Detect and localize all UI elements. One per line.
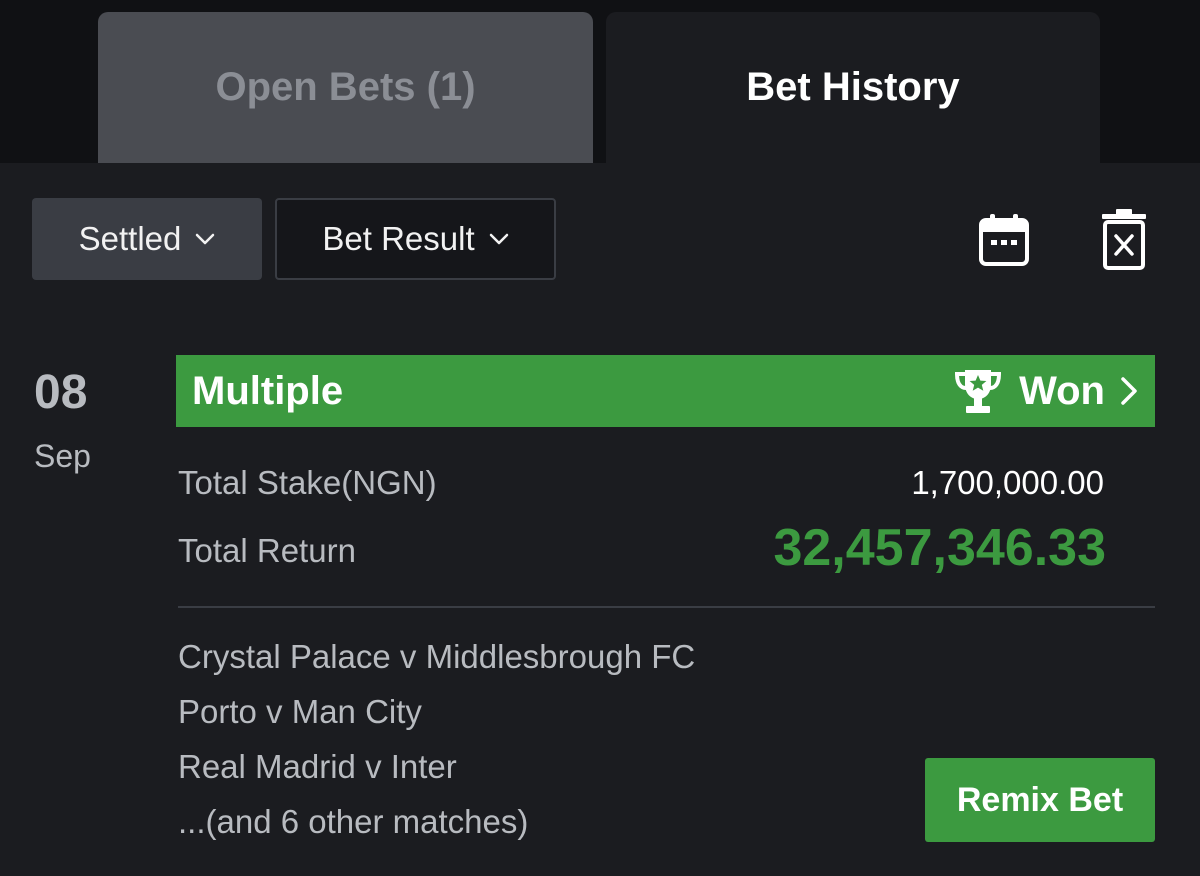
remix-bet-button[interactable]: Remix Bet bbox=[925, 758, 1155, 842]
total-return-label: Total Return bbox=[178, 532, 356, 569]
tab-bet-history[interactable]: Bet History bbox=[606, 12, 1100, 163]
settled-filter-dropdown[interactable]: Settled bbox=[32, 198, 262, 280]
chevron-down-icon bbox=[196, 233, 215, 245]
total-return-value: 32,457,346.33 bbox=[773, 519, 1106, 577]
match-item: Real Madrid v Inter bbox=[178, 748, 457, 785]
tab-open-bets-label: Open Bets (1) bbox=[215, 65, 476, 109]
chevron-right-icon bbox=[1121, 377, 1137, 405]
total-stake-value: 1,700,000.00 bbox=[911, 464, 1104, 501]
match-item: Crystal Palace v Middlesbrough FC bbox=[178, 638, 696, 675]
match-item: Porto v Man City bbox=[178, 693, 422, 730]
bet-result-filter-dropdown[interactable]: Bet Result bbox=[275, 198, 556, 280]
tab-bet-history-label: Bet History bbox=[746, 65, 960, 109]
remix-bet-label: Remix Bet bbox=[956, 780, 1124, 819]
bet-date-month: Sep bbox=[34, 438, 91, 474]
tab-open-bets[interactable]: Open Bets (1) bbox=[98, 12, 593, 163]
more-matches-note: ...(and 6 other matches) bbox=[178, 803, 529, 840]
trophy-icon bbox=[955, 370, 1002, 413]
calendar-icon[interactable] bbox=[978, 212, 1030, 268]
bet-result-banner[interactable]: Multiple Won bbox=[176, 355, 1155, 427]
trash-icon[interactable] bbox=[1100, 208, 1148, 270]
divider bbox=[178, 606, 1155, 608]
total-stake-label: Total Stake(NGN) bbox=[178, 464, 437, 501]
bet-status-label: Won bbox=[1019, 368, 1105, 413]
bet-status: Won bbox=[953, 366, 1139, 416]
bet-date-day: 08 bbox=[34, 366, 88, 419]
chevron-down-icon bbox=[489, 233, 508, 245]
bet-type-label: Multiple bbox=[192, 368, 344, 413]
bet-result-filter-label: Bet Result bbox=[322, 220, 475, 257]
settled-filter-label: Settled bbox=[78, 220, 182, 257]
